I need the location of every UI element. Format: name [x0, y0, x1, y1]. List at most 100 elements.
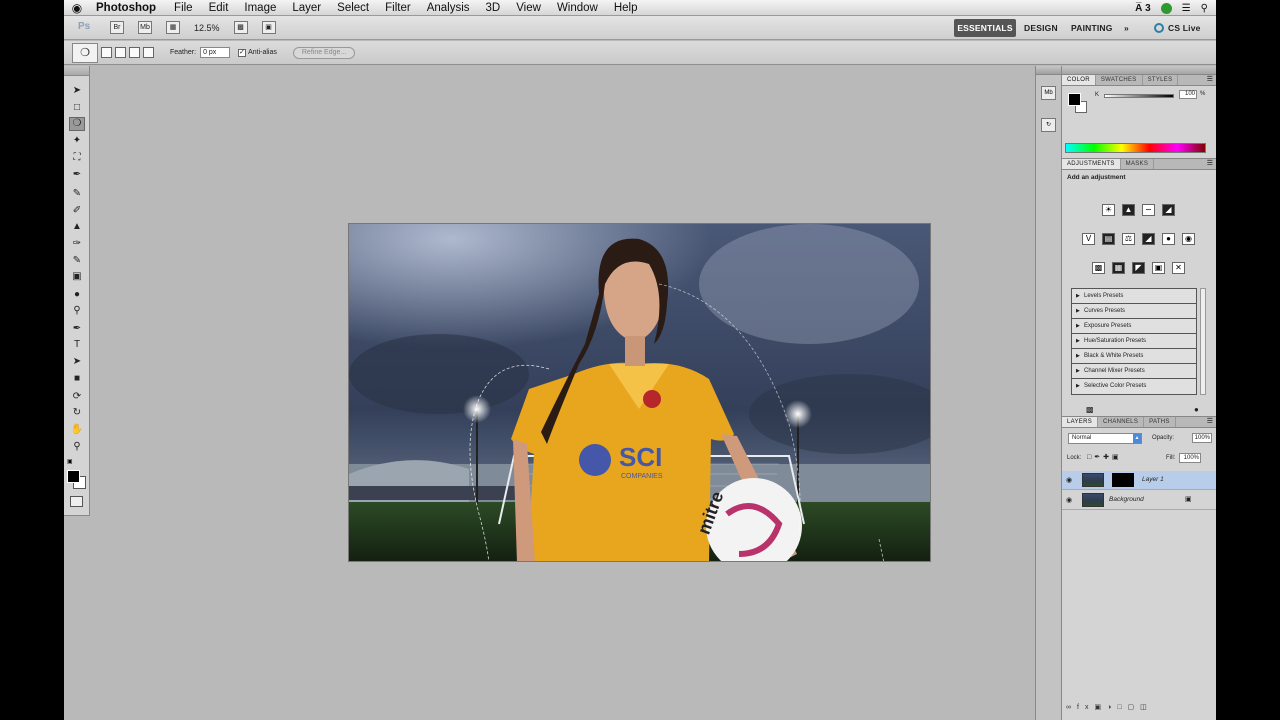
- brush-tool-icon[interactable]: ✐: [69, 204, 85, 218]
- tab-styles[interactable]: STYLES: [1143, 75, 1179, 85]
- preset-channel-mixer[interactable]: ▶ Channel Mixer Presets: [1072, 364, 1196, 379]
- lock-position-icon[interactable]: ✚: [1103, 454, 1112, 461]
- lasso-tool-preset-icon[interactable]: ❍: [72, 42, 98, 63]
- new-selection-button[interactable]: [101, 47, 112, 58]
- subtract-selection-button[interactable]: [129, 47, 140, 58]
- menu-help[interactable]: Help: [606, 2, 646, 14]
- blur-tool-icon[interactable]: ●: [69, 288, 85, 302]
- healing-brush-tool-icon[interactable]: ✎: [69, 187, 85, 201]
- move-tool-icon[interactable]: ➤: [69, 84, 85, 98]
- tab-channels[interactable]: CHANNELS: [1098, 417, 1145, 427]
- history-panel-icon[interactable]: ↻: [1041, 118, 1056, 132]
- wifi-icon[interactable]: ☰: [1182, 3, 1191, 14]
- lasso-tool-icon[interactable]: ❍: [69, 117, 85, 131]
- invert-icon[interactable]: ▩: [1092, 262, 1105, 274]
- opacity-input[interactable]: 100%: [1192, 433, 1212, 443]
- layer-row-layer1[interactable]: ◉ Layer 1: [1062, 471, 1216, 490]
- k-channel-slider[interactable]: [1104, 94, 1174, 98]
- tab-swatches[interactable]: SWATCHES: [1096, 75, 1143, 85]
- threshold-icon[interactable]: ◤: [1132, 262, 1145, 274]
- link-layers-icon[interactable]: ∞: [1066, 704, 1077, 711]
- launch-bridge-button[interactable]: Br: [110, 21, 124, 34]
- eyedropper-tool-icon[interactable]: ✒: [69, 168, 85, 182]
- minibridge-panel-icon[interactable]: Mb: [1041, 86, 1056, 100]
- spotlight-search-icon[interactable]: ⚲: [1201, 3, 1208, 14]
- menu-image[interactable]: Image: [236, 2, 284, 14]
- layer-mask-thumbnail[interactable]: [1112, 473, 1134, 487]
- selective-color-icon[interactable]: ✕: [1172, 262, 1185, 274]
- adjustments-eye-icon[interactable]: ●: [1194, 405, 1199, 414]
- fill-input[interactable]: 100%: [1179, 453, 1201, 463]
- apple-menu-icon[interactable]: ◉: [64, 1, 90, 15]
- shape-tool-icon[interactable]: ■: [69, 372, 85, 386]
- zoom-level-dropdown[interactable]: 12.5%: [194, 23, 220, 33]
- add-mask-icon[interactable]: ▣: [1094, 704, 1107, 711]
- color-foreground-swatch[interactable]: [1068, 93, 1081, 106]
- menu-select[interactable]: Select: [329, 2, 377, 14]
- color-spectrum-ramp[interactable]: [1065, 143, 1206, 153]
- quick-selection-tool-icon[interactable]: ✦: [69, 134, 85, 148]
- panel-menu-icon[interactable]: ☰: [1207, 417, 1216, 427]
- hand-tool-icon[interactable]: ✋: [69, 423, 85, 437]
- menu-analysis[interactable]: Analysis: [419, 2, 478, 14]
- delete-layer-icon[interactable]: ◫: [1140, 704, 1153, 711]
- preset-exposure[interactable]: ▶ Exposure Presets: [1072, 319, 1196, 334]
- presets-scrollbar[interactable]: [1200, 288, 1206, 395]
- screen-mode-button[interactable]: ▣: [261, 21, 276, 34]
- crop-tool-icon[interactable]: ⛶: [69, 151, 85, 165]
- sync-status-icon[interactable]: [1160, 2, 1172, 14]
- workspace-essentials-button[interactable]: ESSENTIALS: [954, 19, 1016, 37]
- preset-levels[interactable]: ▶ Levels Presets: [1072, 289, 1196, 304]
- vibrance-icon[interactable]: V: [1082, 233, 1095, 245]
- history-brush-tool-icon[interactable]: ✑: [69, 237, 85, 251]
- view-extras-button[interactable]: ▦: [166, 21, 180, 34]
- new-layer-icon[interactable]: ▢: [1128, 704, 1141, 711]
- document-canvas[interactable]: SCI COMPANIES mitre: [348, 223, 931, 562]
- levels-icon[interactable]: ▲: [1122, 204, 1135, 216]
- menu-3d[interactable]: 3D: [478, 2, 509, 14]
- panel-menu-icon[interactable]: ☰: [1207, 75, 1216, 85]
- marquee-tool-icon[interactable]: □: [69, 101, 85, 115]
- antialias-checkbox[interactable]: ✓: [238, 48, 247, 57]
- black-white-icon[interactable]: ◢: [1142, 233, 1155, 245]
- type-tool-icon[interactable]: T: [69, 338, 85, 352]
- blend-mode-select[interactable]: Normal ▲: [1068, 433, 1142, 444]
- preset-selective-color[interactable]: ▶ Selective Color Presets: [1072, 379, 1196, 394]
- posterize-icon[interactable]: ▦: [1112, 262, 1125, 274]
- new-group-icon[interactable]: □: [1117, 704, 1127, 711]
- cs-live-button[interactable]: CS Live: [1154, 19, 1201, 37]
- dock-header[interactable]: [1062, 66, 1216, 75]
- visibility-eye-icon[interactable]: ◉: [1066, 476, 1072, 484]
- menu-layer[interactable]: Layer: [284, 2, 329, 14]
- hue-saturation-icon[interactable]: ▤: [1102, 233, 1115, 245]
- add-selection-button[interactable]: [115, 47, 126, 58]
- layer-style-icon[interactable]: fx: [1077, 704, 1094, 711]
- refine-edge-button[interactable]: Refine Edge...: [292, 46, 356, 59]
- tab-paths[interactable]: PATHS: [1144, 417, 1176, 427]
- workspace-more-icon[interactable]: »: [1124, 19, 1129, 37]
- path-selection-tool-icon[interactable]: ➤: [69, 355, 85, 369]
- app-menu[interactable]: Photoshop: [90, 2, 166, 14]
- intersect-selection-button[interactable]: [143, 47, 154, 58]
- preset-hue-saturation[interactable]: ▶ Hue/Saturation Presets: [1072, 334, 1196, 349]
- photo-filter-icon[interactable]: ●: [1162, 233, 1175, 245]
- menu-view[interactable]: View: [508, 2, 549, 14]
- menu-filter[interactable]: Filter: [377, 2, 419, 14]
- workspace-design-button[interactable]: DESIGN: [1024, 19, 1058, 37]
- feather-input[interactable]: 0 px: [200, 47, 231, 58]
- color-balance-icon[interactable]: ⚖: [1122, 233, 1135, 245]
- preset-black-white[interactable]: ▶ Black & White Presets: [1072, 349, 1196, 364]
- tab-color[interactable]: COLOR: [1062, 75, 1096, 85]
- arrange-documents-button[interactable]: ▩: [233, 21, 248, 34]
- zoom-tool-icon[interactable]: ⚲: [69, 440, 85, 454]
- menu-edit[interactable]: Edit: [201, 2, 237, 14]
- clone-stamp-tool-icon[interactable]: ▲: [69, 220, 85, 234]
- menu-file[interactable]: File: [166, 2, 201, 14]
- panel-menu-icon[interactable]: ☰: [1207, 159, 1216, 169]
- 3d-orbit-tool-icon[interactable]: ↻: [69, 406, 85, 420]
- 3d-rotate-tool-icon[interactable]: ⟳: [69, 390, 85, 404]
- visibility-eye-icon[interactable]: ◉: [1066, 496, 1072, 504]
- brightness-contrast-icon[interactable]: ☀: [1102, 204, 1115, 216]
- launch-minibridge-button[interactable]: Mb: [138, 21, 152, 34]
- gradient-map-icon[interactable]: ▣: [1152, 262, 1165, 274]
